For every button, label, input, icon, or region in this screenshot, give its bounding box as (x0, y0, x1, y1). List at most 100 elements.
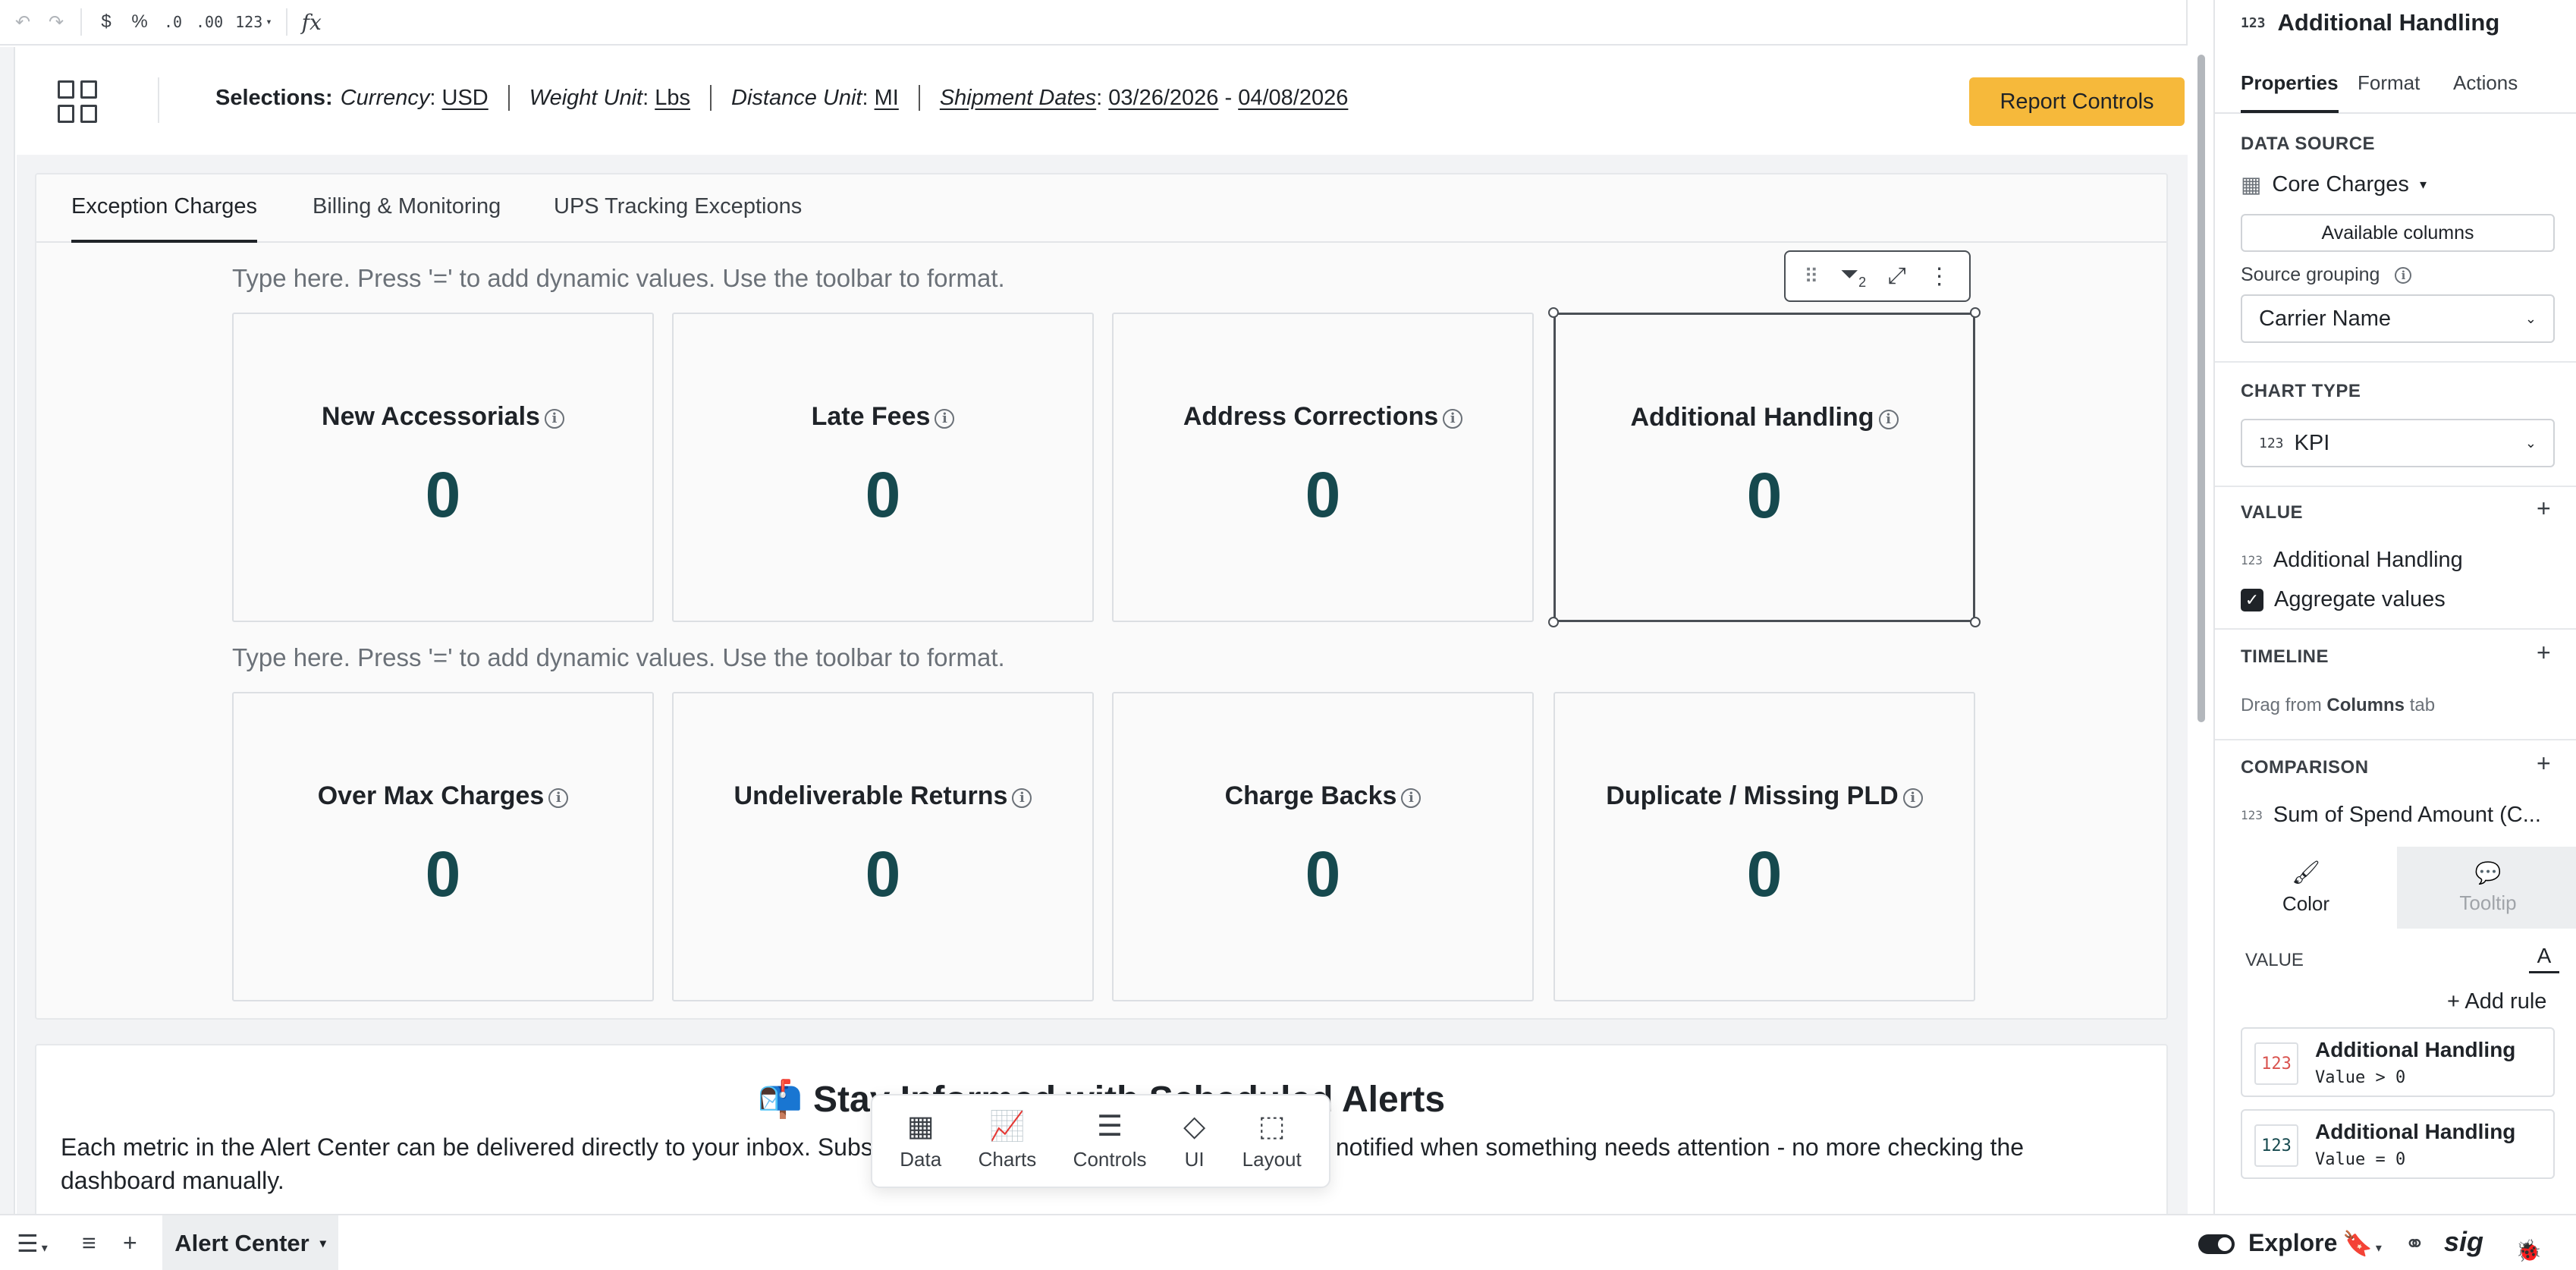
add-page-icon[interactable]: + (123, 1229, 137, 1257)
add-data-button[interactable]: ▦ Data (900, 1111, 941, 1171)
conditional-rule[interactable]: 123 Additional Handling Value = 0 (2241, 1109, 2555, 1179)
resize-handle[interactable] (1548, 307, 1559, 318)
resize-handle[interactable] (1548, 617, 1559, 627)
kpi-duplicate-missing-pld[interactable]: Duplicate / Missing PLD i 0 (1553, 692, 1975, 1001)
info-icon[interactable]: i (2395, 266, 2412, 284)
undo-icon[interactable]: ↶ (6, 5, 39, 39)
filter-icon[interactable]: ⏷2 (1840, 262, 1866, 291)
kpi-title: Late Fees i (674, 402, 1092, 432)
tab-actions[interactable]: Actions (2453, 71, 2518, 110)
tab-ups-tracking-exceptions[interactable]: UPS Tracking Exceptions (554, 194, 802, 243)
explore-toggle[interactable] (2198, 1234, 2235, 1254)
bookmark-icon[interactable]: 🔖 ▾ (2342, 1229, 2382, 1258)
page-tab-alert-center[interactable]: Alert Center ▾ (162, 1215, 338, 1270)
kpi-icon: 123 (2241, 14, 2266, 31)
add-layout-button[interactable]: ⬚ Layout (1242, 1111, 1302, 1171)
properties-panel: 123 Additional Handling Properties Forma… (2213, 0, 2576, 1214)
kpi-charge-backs[interactable]: Charge Backs i 0 (1112, 692, 1534, 1001)
info-icon[interactable]: i (1878, 410, 1899, 429)
hamburger-menu-icon[interactable]: ☰ ▾ (17, 1229, 48, 1258)
timeline-hint: Drag from Columns tab (2241, 695, 2435, 716)
rule-condition: Value > 0 (2315, 1068, 2406, 1087)
rule-title: Additional Handling (2315, 1120, 2516, 1143)
expand-icon[interactable]: ⤢ (1888, 263, 1906, 289)
info-icon[interactable]: i (1902, 788, 1923, 808)
kpi-undeliverable-returns[interactable]: Undeliverable Returns i 0 (672, 692, 1094, 1001)
add-rule-button[interactable]: + Add rule (2447, 989, 2546, 1014)
text-element-placeholder[interactable]: Type here. Press '=' to add dynamic valu… (232, 264, 1005, 293)
chevron-down-icon: ⌄ (2524, 310, 2537, 326)
kpi-icon: 123 (2259, 435, 2284, 451)
add-element-menu: ▦ Data 📈 Charts ☰ Controls ◇ UI ⬚ Layout (871, 1094, 1330, 1188)
chart-type-display: 123 KPI (2259, 431, 2329, 456)
text-color-icon[interactable]: A (2529, 944, 2559, 973)
resize-handle[interactable] (1970, 307, 1981, 318)
info-icon[interactable]: i (935, 409, 955, 429)
add-charts-label: Charts (978, 1147, 1037, 1171)
text-element-placeholder[interactable]: Type here. Press '=' to add dynamic valu… (232, 643, 1005, 672)
kpi-new-accessorials[interactable]: New Accessorials i 0 (232, 313, 654, 622)
info-icon[interactable]: i (544, 409, 564, 429)
info-icon[interactable]: i (1443, 409, 1463, 429)
conditional-value-label: VALUE (2245, 950, 2304, 970)
report-controls-button[interactable]: Report Controls (1969, 77, 2185, 126)
add-controls-button[interactable]: ☰ Controls (1073, 1111, 1147, 1171)
percent-format-button[interactable]: % (123, 5, 156, 39)
value-field[interactable]: 123 Additional Handling (2241, 548, 2463, 573)
tab-exception-charges[interactable]: Exception Charges (71, 194, 258, 243)
add-ui-button[interactable]: ◇ UI (1183, 1111, 1205, 1171)
tab-format[interactable]: Format (2358, 71, 2420, 110)
add-timeline-icon[interactable]: + (2537, 639, 2551, 667)
more-options-icon[interactable]: ⋮ (1928, 263, 1951, 290)
formula-icon[interactable]: fx (295, 5, 328, 39)
kpi-address-corrections[interactable]: Address Corrections i 0 (1112, 313, 1534, 622)
bug-report-icon[interactable]: 🐞 (2515, 1238, 2542, 1263)
add-layout-label: Layout (1242, 1147, 1302, 1171)
tab-color[interactable]: 🖌 Color (2215, 847, 2397, 929)
kpi-late-fees[interactable]: Late Fees i 0 (672, 313, 1094, 622)
available-columns-button[interactable]: Available columns (2241, 214, 2555, 252)
chart-icon: 📈 (989, 1110, 1026, 1143)
kpi-title-text: Late Fees (811, 402, 931, 431)
info-icon[interactable]: i (548, 788, 569, 808)
table-icon: ▦ (2241, 173, 2262, 197)
kpi-additional-handling[interactable]: Additional Handling i 0 (1553, 313, 1975, 622)
increase-decimals-button[interactable]: .00 (190, 5, 229, 39)
selections-summary: Selections: Currency: USD Weight Unit: L… (215, 85, 1349, 111)
date-start[interactable]: 03/26/2026 (1108, 86, 1218, 110)
currency-value[interactable]: USD (442, 86, 488, 110)
pages-list-icon[interactable]: ≡ (82, 1229, 96, 1257)
chart-type-select[interactable]: 123 KPI ⌄ (2241, 419, 2555, 467)
add-comparison-icon[interactable]: + (2537, 750, 2551, 778)
kpi-over-max-charges[interactable]: Over Max Charges i 0 (232, 692, 654, 1001)
aggregate-values-checkbox[interactable]: ✓ Aggregate values (2241, 587, 2446, 612)
tab-billing-monitoring[interactable]: Billing & Monitoring (313, 194, 501, 243)
source-grouping-select[interactable]: Carrier Name ⌄ (2241, 294, 2555, 343)
chart-type-label: CHART TYPE (2241, 381, 2361, 401)
grid-menu-icon[interactable] (58, 80, 100, 123)
kpi-value: 0 (1305, 459, 1341, 530)
rule-badge: 123 (2254, 1124, 2298, 1167)
properties-header: 123 Additional Handling (2241, 9, 2499, 36)
tab-tooltip[interactable]: 💬 Tooltip (2397, 847, 2576, 929)
date-end[interactable]: 04/08/2026 (1238, 86, 1348, 110)
weight-value[interactable]: Lbs (655, 86, 690, 110)
comparison-field[interactable]: 123 Sum of Spend Amount (C... (2241, 803, 2541, 828)
number-format-dropdown[interactable]: 123 ▾ (229, 5, 278, 39)
tab-properties[interactable]: Properties (2241, 71, 2339, 113)
conditional-rule[interactable]: 123 Additional Handling Value > 0 (2241, 1027, 2555, 1097)
info-icon[interactable]: i (1012, 788, 1032, 808)
canvas-scrollbar[interactable] (2197, 55, 2205, 722)
currency-format-button[interactable]: $ (90, 5, 123, 39)
distance-value[interactable]: MI (875, 86, 899, 110)
share-icon[interactable]: ⚭ (2405, 1229, 2425, 1258)
redo-icon[interactable]: ↷ (39, 5, 73, 39)
decrease-decimals-button[interactable]: .0 (156, 5, 190, 39)
add-value-icon[interactable]: + (2537, 495, 2551, 523)
drag-handle-icon[interactable]: ⠿ (1804, 265, 1818, 288)
add-charts-button[interactable]: 📈 Charts (979, 1111, 1037, 1171)
selections-bar: Selections: Currency: USD Weight Unit: L… (17, 47, 2188, 155)
data-source-selector[interactable]: ▦ Core Charges ▾ (2241, 171, 2427, 198)
info-icon[interactable]: i (1401, 788, 1422, 808)
resize-handle[interactable] (1970, 617, 1981, 627)
